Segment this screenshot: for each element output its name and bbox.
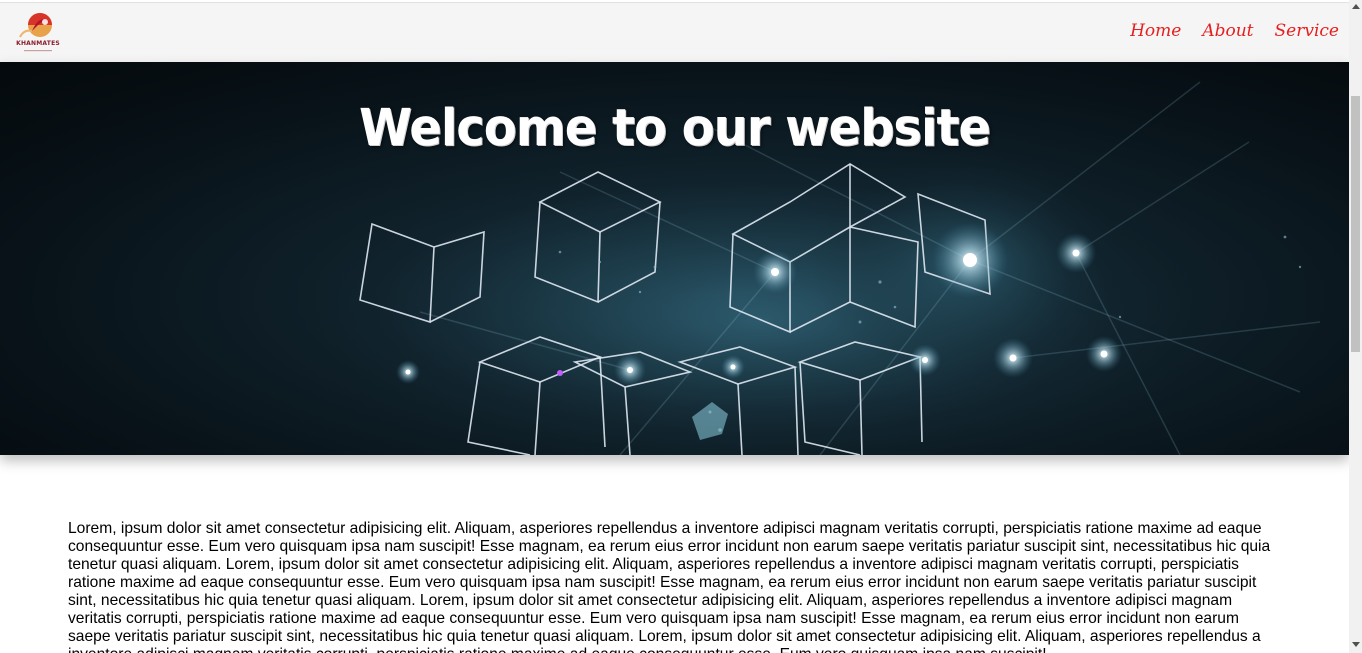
hero-title: Welcome to our website	[359, 98, 991, 158]
main-nav: Home About Service	[1130, 21, 1339, 41]
hero-banner: Welcome to our website	[0, 62, 1349, 455]
page: KHANMATES Home About Service Welcome to …	[0, 0, 1362, 653]
scrollbar-thumb[interactable]	[1351, 96, 1360, 352]
nav-link-about[interactable]: About	[1202, 21, 1253, 41]
body-paragraph: Lorem, ipsum dolor sit amet consectetur …	[68, 519, 1271, 653]
viewport: KHANMATES Home About Service Welcome to …	[0, 0, 1349, 653]
nav-link-service[interactable]: Service	[1275, 21, 1339, 41]
brand-logo[interactable]: KHANMATES	[14, 11, 62, 55]
navbar: KHANMATES Home About Service	[0, 2, 1349, 63]
vertical-scrollbar[interactable]	[1349, 0, 1362, 653]
logo-text: KHANMATES	[16, 40, 60, 47]
scroll-up-arrow-icon[interactable]	[1352, 4, 1360, 9]
scroll-down-arrow-icon[interactable]	[1352, 642, 1360, 647]
nav-link-home[interactable]: Home	[1130, 21, 1181, 41]
logo-icon	[19, 13, 52, 52]
